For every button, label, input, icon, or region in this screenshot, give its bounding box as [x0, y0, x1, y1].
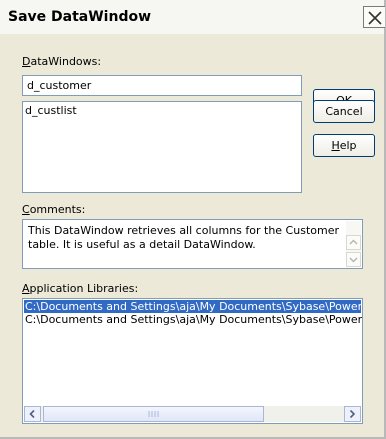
chevron-up-icon: [349, 239, 358, 245]
libraries-hscrollbar[interactable]: [24, 406, 361, 422]
chevron-left-icon: [29, 409, 35, 419]
dialog-title: Save DataWindow: [8, 9, 152, 25]
scroll-right-button[interactable]: [344, 406, 361, 422]
comments-scrollbar[interactable]: [346, 221, 361, 267]
help-button[interactable]: Help: [313, 134, 375, 157]
datawindow-name-field[interactable]: d_customer: [22, 75, 302, 96]
save-datawindow-dialog: Save DataWindow DataWindows: d_custlist …: [0, 0, 386, 439]
cancel-button[interactable]: Cancel: [313, 100, 375, 123]
scroll-thumb[interactable]: [43, 406, 264, 422]
close-icon: [368, 11, 382, 25]
scroll-down-button[interactable]: [346, 252, 361, 267]
scroll-left-button[interactable]: [24, 406, 41, 422]
list-item[interactable]: d_custlist: [25, 104, 77, 117]
datawindows-listbox[interactable]: d_custlist: [22, 101, 302, 193]
list-item[interactable]: C:\Documents and Settings\aja\My Documen…: [24, 313, 362, 326]
scroll-up-button[interactable]: [346, 235, 361, 250]
comments-label: Comments:: [22, 203, 86, 216]
datawindows-label: DataWindows:: [22, 55, 102, 68]
title-bar[interactable]: Save DataWindow: [0, 0, 385, 34]
libraries-listbox[interactable]: C:\Documents and Settings\aja\My Documen…: [22, 298, 363, 424]
close-button[interactable]: [363, 6, 385, 28]
chevron-down-icon: [349, 257, 358, 263]
list-item-selected[interactable]: C:\Documents and Settings\aja\My Documen…: [24, 300, 362, 313]
comments-textarea[interactable]: This DataWindow retrieves all columns fo…: [22, 219, 363, 269]
grip-icon: [148, 411, 159, 417]
chevron-right-icon: [349, 409, 356, 419]
libraries-label: Application Libraries:: [22, 282, 139, 295]
